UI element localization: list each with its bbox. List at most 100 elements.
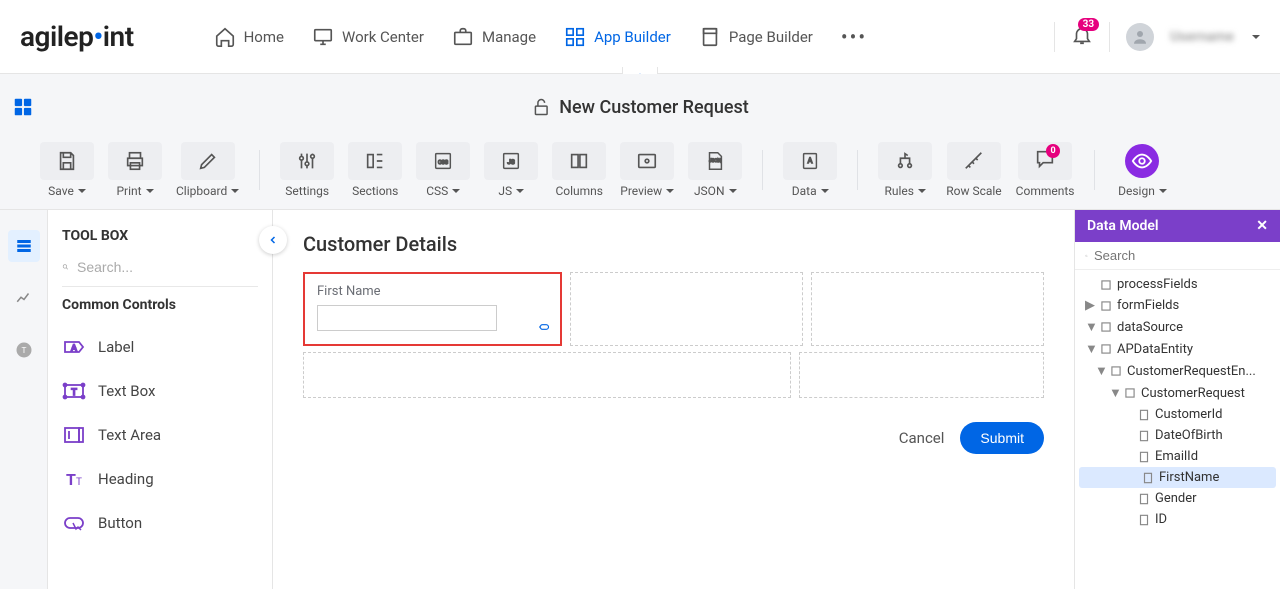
tree-node-CustomerRequestEn[interactable]: ▼CustomerRequestEn... [1075, 360, 1280, 382]
drop-cell[interactable] [303, 352, 791, 398]
search-icon [1085, 249, 1088, 263]
tool-design[interactable]: Design [1115, 142, 1169, 198]
data-model-search-input[interactable] [1094, 248, 1270, 263]
tool-sections[interactable]: Sections [348, 142, 402, 198]
drop-cell[interactable] [811, 272, 1044, 346]
nav-manage[interactable]: Manage [452, 26, 536, 48]
save-icon [56, 150, 78, 172]
rules-icon [894, 150, 916, 172]
nav-more[interactable]: ••• [841, 25, 867, 49]
tool-json[interactable]: JSON JSON [688, 142, 742, 198]
rail-toolbox[interactable] [8, 230, 40, 262]
columns-icon [568, 150, 590, 172]
drop-cell[interactable] [799, 352, 1044, 398]
monitor-icon [312, 26, 334, 48]
control-textbox[interactable]: T Text Box [62, 369, 258, 413]
tool-settings[interactable]: Settings [280, 142, 334, 198]
js-icon: JS [500, 150, 522, 172]
tool-comments[interactable]: 0 Comments [1016, 142, 1075, 198]
tool-row-scale[interactable]: Row Scale [946, 142, 1001, 198]
section-title: Customer Details [303, 232, 1044, 256]
control-heading[interactable]: TT Heading [62, 457, 258, 501]
tree-leaf-CustomerId[interactable]: CustomerId [1075, 404, 1280, 425]
page-icon [699, 26, 721, 48]
toolbar: Save Print Clipboard Settings Sections C… [0, 130, 1280, 210]
toolbox-group-title: Common Controls [62, 297, 258, 313]
toolbox-title: TOOL BOX [62, 228, 258, 244]
first-name-input[interactable] [317, 305, 497, 331]
apps-icon [564, 26, 586, 48]
nav-page-builder[interactable]: Page Builder [699, 26, 813, 48]
tool-clipboard[interactable]: Clipboard [176, 142, 239, 198]
tool-print[interactable]: Print [108, 142, 162, 198]
rail-analytics[interactable] [8, 282, 40, 314]
rail-text[interactable]: T [8, 334, 40, 366]
drop-cell[interactable] [570, 272, 803, 346]
logo: agilep•int [20, 20, 134, 53]
top-nav: agilep•int Home Work Center Manage App B… [0, 0, 1280, 74]
tree-leaf-EmailId[interactable]: EmailId [1075, 446, 1280, 467]
user-menu-chevron[interactable] [1250, 29, 1260, 45]
toolbox-search-input[interactable] [77, 259, 258, 275]
tree-leaf-FirstName[interactable]: FirstName [1079, 467, 1276, 488]
tree-leaf-ID[interactable]: ID [1075, 509, 1280, 530]
field-first-name[interactable]: First Name [303, 272, 562, 346]
heading-icon: TT [62, 467, 86, 491]
tool-columns[interactable]: Columns [552, 142, 606, 198]
label-icon: A [62, 335, 86, 359]
chart-icon [15, 289, 33, 307]
tree-node-formFields[interactable]: ▶formFields [1075, 295, 1280, 316]
notifications[interactable]: 33 [1071, 24, 1093, 50]
tool-css[interactable]: CSS CSS [416, 142, 470, 198]
nav-app-builder[interactable]: App Builder [564, 26, 671, 48]
cancel-button[interactable]: Cancel [899, 429, 945, 447]
tree-node-APDataEntity[interactable]: ▼APDataEntity [1075, 338, 1280, 360]
text-icon: T [15, 341, 33, 359]
control-button[interactable]: Button [62, 501, 258, 545]
tool-rules[interactable]: Rules [878, 142, 932, 198]
tool-data[interactable]: A Data [783, 142, 837, 198]
secondary-bar: New Customer Request [0, 74, 1280, 130]
tree-node-processFields[interactable]: processFields [1075, 274, 1280, 295]
svg-text:T: T [21, 346, 26, 356]
toolbox-panel: TOOL BOX Common Controls A Label T Text … [48, 210, 273, 589]
svg-text:T: T [66, 470, 76, 489]
avatar[interactable] [1126, 23, 1154, 51]
control-label[interactable]: A Label [62, 325, 258, 369]
svg-text:T: T [71, 388, 77, 398]
preview-icon [636, 150, 658, 172]
pencil-icon [197, 150, 219, 172]
nav-work-center[interactable]: Work Center [312, 26, 424, 48]
control-textarea[interactable]: Text Area [62, 413, 258, 457]
binding-icon[interactable] [538, 320, 552, 338]
user-name: Username [1170, 29, 1234, 45]
svg-text:CSS: CSS [438, 159, 449, 165]
collapse-toolbox[interactable] [259, 226, 287, 254]
tool-preview[interactable]: Preview [620, 142, 674, 198]
app-switcher-icon[interactable] [12, 96, 34, 118]
sliders-icon [296, 150, 318, 172]
nav-home[interactable]: Home [214, 26, 284, 48]
submit-button[interactable]: Submit [960, 422, 1044, 454]
textarea-icon [62, 423, 86, 447]
home-icon [214, 26, 236, 48]
user-icon [1131, 28, 1149, 46]
tree-leaf-Gender[interactable]: Gender [1075, 488, 1280, 509]
tool-save[interactable]: Save [40, 142, 94, 198]
tree-node-CustomerRequest[interactable]: ▼CustomerRequest [1075, 382, 1280, 404]
tool-js[interactable]: JS JS [484, 142, 538, 198]
data-model-panel: Data Model ✕ processFields ▶formFields ▼… [1074, 210, 1280, 589]
data-model-title: Data Model [1087, 218, 1159, 234]
svg-text:JS: JS [508, 157, 516, 165]
tree-leaf-DateOfBirth[interactable]: DateOfBirth [1075, 425, 1280, 446]
tree-node-dataSource[interactable]: ▼dataSource [1075, 316, 1280, 338]
close-icon[interactable]: ✕ [1256, 218, 1268, 234]
sections-icon [364, 150, 386, 172]
button-icon [62, 511, 86, 535]
lock-open-icon [531, 97, 551, 117]
json-icon: JSON [704, 150, 726, 172]
svg-text:A: A [71, 344, 77, 354]
print-icon [124, 150, 146, 172]
left-rail: T [0, 210, 48, 589]
search-icon [62, 258, 69, 276]
